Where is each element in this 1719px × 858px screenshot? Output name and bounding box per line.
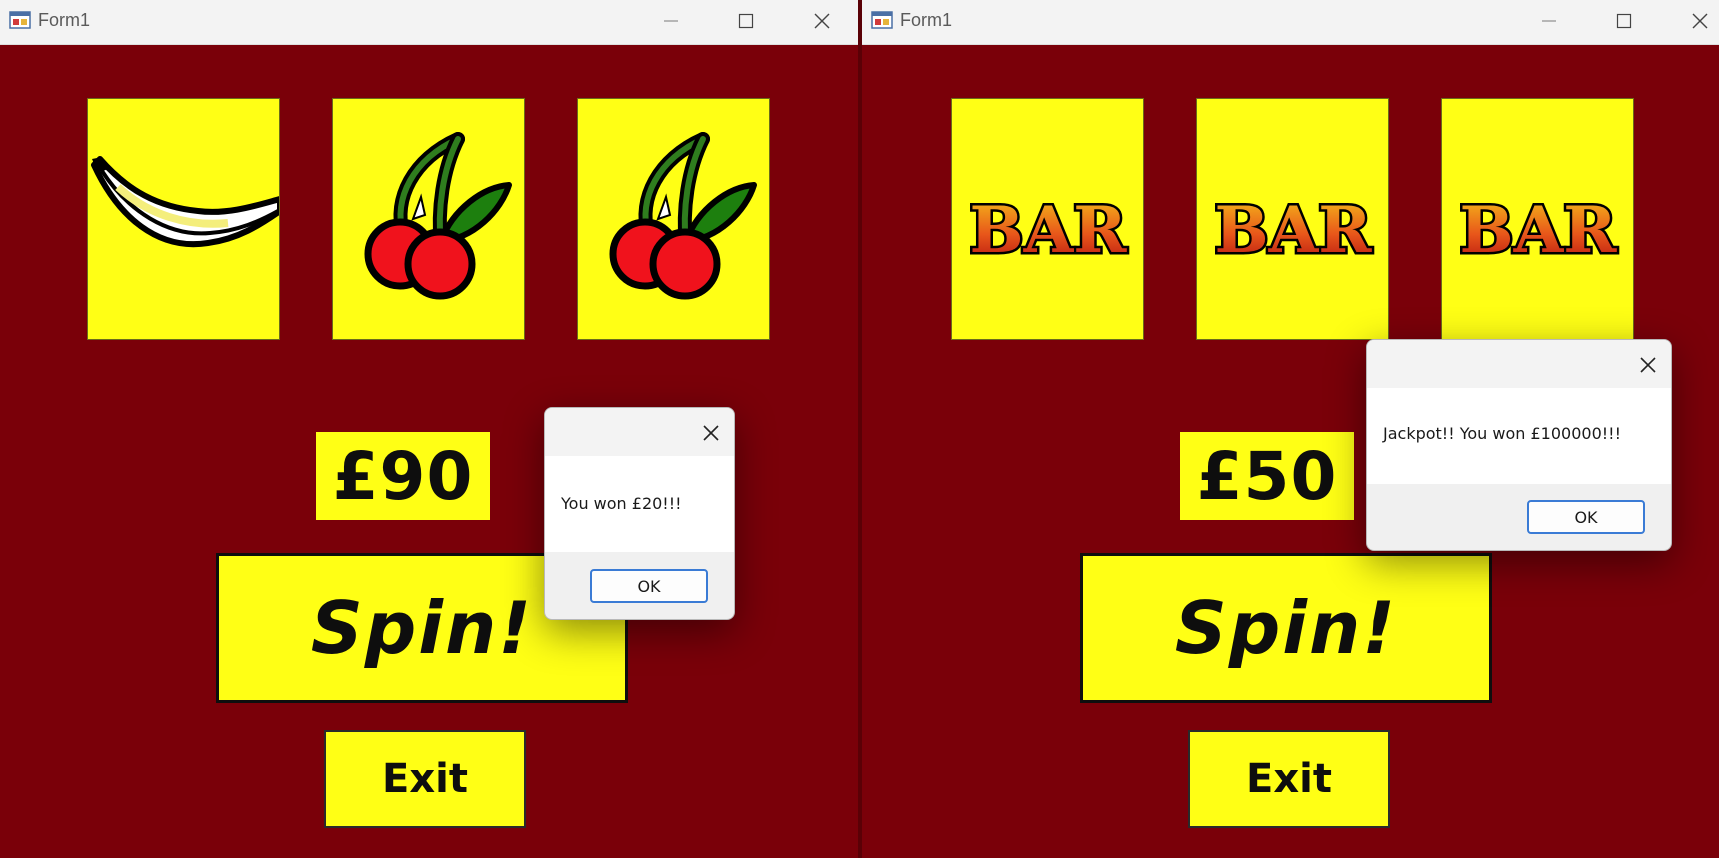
title-bar[interactable]: Form1 (0, 0, 858, 45)
balance-display: £50 (1180, 432, 1354, 520)
exit-button[interactable]: Exit (324, 730, 526, 828)
balance-display: £90 (316, 432, 490, 520)
jackpot-message-dialog: Jackpot!! You won £100000!!! OK (1366, 339, 1672, 551)
maximize-icon (738, 13, 754, 29)
bar-icon: BAR (1457, 191, 1620, 271)
maximize-icon (1616, 13, 1632, 29)
bar-text: BAR (970, 193, 1128, 268)
close-icon (1692, 13, 1708, 29)
reel-1 (87, 98, 280, 340)
app-icon (871, 11, 893, 29)
reel-3 (577, 98, 770, 340)
dialog-close-button[interactable] (698, 420, 724, 446)
minimize-icon (1542, 20, 1556, 22)
dialog-title-bar[interactable] (1367, 340, 1671, 388)
bar-text: BAR (1215, 193, 1373, 268)
banana-icon (91, 156, 279, 248)
title-bar[interactable]: Form1 (862, 0, 1719, 45)
bar-icon: BAR (1212, 191, 1375, 271)
dialog-message: You won £20!!! (561, 494, 682, 513)
exit-button[interactable]: Exit (1188, 730, 1390, 828)
app-icon (9, 11, 31, 29)
window-title: Form1 (900, 10, 953, 30)
dialog-body: You won £20!!! (545, 456, 734, 552)
minimize-button[interactable] (656, 8, 686, 34)
slot-window-right: Form1 BAR BAR BAR £50 Spin! Exit Jackpot… (862, 0, 1719, 858)
slot-window-left: Form1 £90 Spin! Exit You won £20!!! OK (0, 0, 858, 858)
dialog-title-bar[interactable] (545, 408, 734, 456)
dialog-close-button[interactable] (1635, 352, 1661, 378)
window-title: Form1 (38, 10, 91, 30)
spin-button[interactable]: Spin! (1080, 553, 1492, 703)
close-icon (703, 425, 719, 441)
close-icon (814, 13, 830, 29)
cherries-icon (609, 132, 757, 300)
minimize-button[interactable] (1534, 8, 1564, 34)
minimize-icon (664, 20, 678, 22)
cherries-icon (364, 132, 512, 300)
reel-2 (332, 98, 525, 340)
maximize-button[interactable] (1609, 8, 1639, 34)
close-icon (1640, 357, 1656, 373)
reel-3: BAR (1441, 98, 1634, 340)
ok-button[interactable]: OK (590, 569, 708, 603)
win-message-dialog: You won £20!!! OK (544, 407, 735, 620)
dialog-body: Jackpot!! You won £100000!!! (1367, 388, 1671, 484)
close-button[interactable] (807, 8, 837, 34)
reel-2: BAR (1196, 98, 1389, 340)
maximize-button[interactable] (731, 8, 761, 34)
bar-icon: BAR (967, 191, 1130, 271)
close-button[interactable] (1685, 8, 1715, 34)
ok-button[interactable]: OK (1527, 500, 1645, 534)
reel-1: BAR (951, 98, 1144, 340)
dialog-message: Jackpot!! You won £100000!!! (1383, 424, 1621, 443)
bar-text: BAR (1460, 193, 1618, 268)
